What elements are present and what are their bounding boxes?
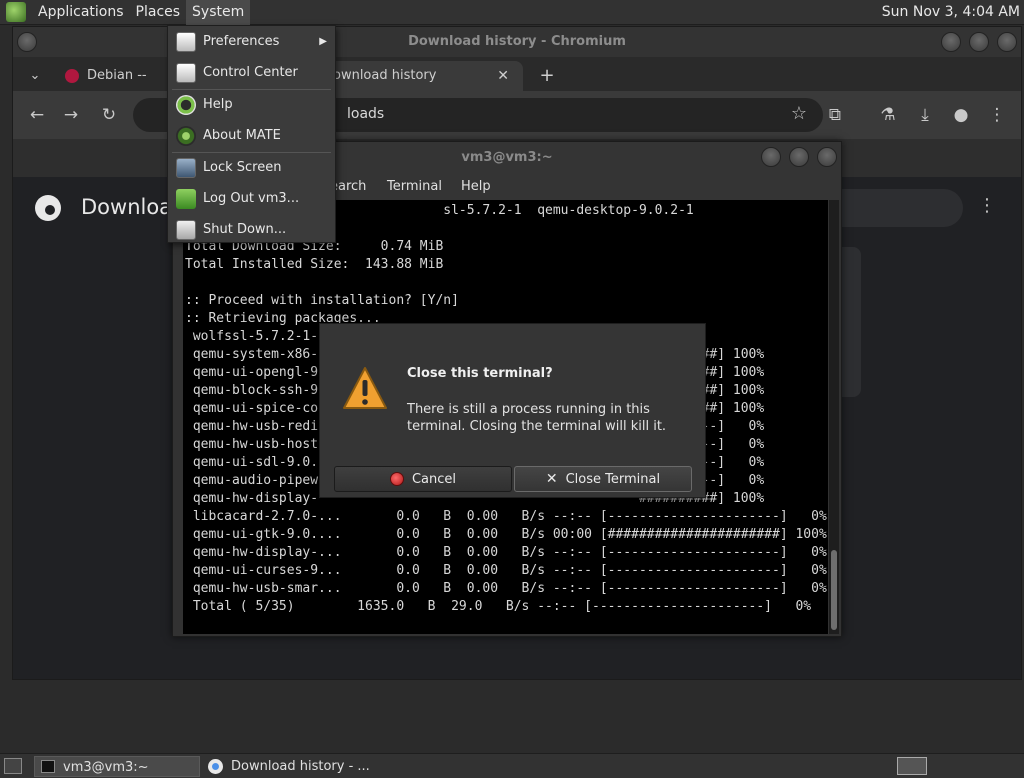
close-button[interactable] bbox=[997, 32, 1017, 52]
preferences-icon bbox=[176, 32, 196, 52]
terminal-icon bbox=[41, 760, 55, 773]
back-icon[interactable]: ← bbox=[25, 103, 49, 127]
terminal-line: qemu-ui-curses-9... 0.0 B 0.00 B/s --:--… bbox=[185, 563, 827, 578]
tab-strip: ⌄ Debian -- Netw ownload history ✕ + bbox=[13, 57, 1021, 113]
mate-icon bbox=[176, 126, 196, 146]
terminal-line: qemu-hw-display-... 0.0 B 0.00 B/s --:--… bbox=[185, 545, 827, 560]
extensions-icon[interactable]: ⧉ bbox=[823, 103, 847, 127]
minimize-button[interactable] bbox=[941, 32, 961, 52]
workspace-switcher[interactable] bbox=[897, 757, 927, 775]
menu-item-label: Preferences bbox=[203, 34, 280, 49]
tab-download-history-label: ownload history bbox=[333, 68, 437, 83]
top-panel: Applications Places System Sun Nov 3, 4:… bbox=[0, 0, 1024, 25]
reload-icon[interactable]: ↻ bbox=[97, 103, 121, 127]
close-terminal-dialog: Close this terminal? There is still a pr… bbox=[319, 323, 706, 498]
places-menu[interactable]: Places bbox=[130, 0, 187, 25]
new-tab-icon[interactable]: + bbox=[537, 61, 557, 91]
cancel-button-label: Cancel bbox=[411, 471, 457, 487]
cancel-icon bbox=[389, 472, 404, 486]
system-dropdown-menu: Preferences ▶ Control Center Help About … bbox=[167, 25, 336, 243]
menu-item-about-mate[interactable]: About MATE bbox=[168, 121, 335, 151]
menu-item-label: Lock Screen bbox=[203, 160, 282, 175]
close-x-icon: ✕ bbox=[545, 471, 558, 487]
bottom-panel: vm3@vm3:~ Download history - ... bbox=[0, 753, 1024, 778]
shut-down-icon bbox=[176, 220, 196, 240]
cancel-button[interactable]: Cancel bbox=[334, 466, 512, 492]
maximize-button[interactable] bbox=[969, 32, 989, 52]
close-terminal-button-label: Close Terminal bbox=[565, 471, 661, 487]
terminal-line: Total ( 5/35) 1635.0 B 29.0 B/s --:-- [-… bbox=[185, 599, 812, 614]
menu-item-label: Control Center bbox=[203, 65, 298, 80]
terminal-line: qemu-ui-gtk-9.0.... 0.0 B 0.00 B/s 00:00… bbox=[185, 527, 827, 542]
menu-item-label: Shut Down... bbox=[203, 222, 287, 237]
terminal-scrollbar[interactable] bbox=[829, 200, 839, 634]
forward-icon[interactable]: → bbox=[59, 103, 83, 127]
menu-item-preferences[interactable]: Preferences ▶ bbox=[168, 27, 335, 57]
taskbar-item-terminal[interactable]: vm3@vm3:~ bbox=[34, 756, 200, 777]
terminal-line: libcacard-2.7.0-... 0.0 B 0.00 B/s --:--… bbox=[185, 509, 827, 524]
show-desktop-icon[interactable] bbox=[4, 758, 22, 774]
bookmark-star-icon[interactable]: ☆ bbox=[791, 103, 807, 124]
clock[interactable]: Sun Nov 3, 4:04 AM bbox=[882, 0, 1020, 25]
labs-flask-icon[interactable]: ⚗ bbox=[876, 103, 900, 127]
lock-screen-icon bbox=[176, 158, 196, 178]
terminal-maximize-button[interactable] bbox=[789, 147, 809, 167]
taskbar-terminal-label: vm3@vm3:~ bbox=[63, 760, 149, 775]
chromium-logo-icon bbox=[35, 195, 61, 221]
download-icon[interactable]: ⤓ bbox=[913, 103, 937, 127]
chrome-menu-icon[interactable]: ⋮ bbox=[985, 103, 1009, 127]
tab-debian[interactable]: Debian -- Netw bbox=[61, 61, 171, 113]
terminal-line: :: Proceed with installation? [Y/n] bbox=[185, 293, 459, 308]
menu-item-control-center[interactable]: Control Center bbox=[168, 58, 335, 88]
menu-item-label: Help bbox=[203, 97, 233, 112]
menu-item-lock-screen[interactable]: Lock Screen bbox=[168, 153, 335, 183]
menu-item-help[interactable]: Help bbox=[168, 90, 335, 120]
terminal-menu-help[interactable]: Help bbox=[461, 179, 491, 194]
menu-item-label: About MATE bbox=[203, 128, 281, 143]
taskbar-chromium-label: Download history - ... bbox=[231, 759, 370, 774]
terminal-line: qemu-hw-usb-smar... 0.0 B 0.00 B/s --:--… bbox=[185, 581, 827, 596]
applications-menu[interactable]: Applications bbox=[32, 0, 130, 25]
terminal-close-button[interactable] bbox=[817, 147, 837, 167]
tab-search-icon[interactable]: ⌄ bbox=[25, 61, 45, 91]
close-tab-icon[interactable]: ✕ bbox=[497, 61, 509, 91]
chromium-icon bbox=[208, 759, 223, 774]
dialog-message: There is still a process running in this… bbox=[407, 402, 667, 434]
submenu-arrow-icon: ▶ bbox=[319, 36, 327, 47]
chromium-titlebar[interactable]: Download history - Chromium bbox=[13, 27, 1021, 57]
terminal-minimize-button[interactable] bbox=[761, 147, 781, 167]
warning-icon bbox=[343, 367, 387, 409]
control-center-icon bbox=[176, 63, 196, 83]
log-out-icon bbox=[176, 189, 196, 209]
chromium-toolbar: ← → ↻ loads ☆ ⧉ ⚗ ⤓ ● ⋮ bbox=[13, 91, 1021, 139]
menu-item-label: Log Out vm3... bbox=[203, 191, 300, 206]
terminal-menu-terminal[interactable]: Terminal bbox=[387, 179, 442, 194]
dialog-title: Close this terminal? bbox=[407, 366, 553, 381]
address-text: loads bbox=[347, 106, 385, 122]
menu-item-log-out[interactable]: Log Out vm3... bbox=[168, 184, 335, 214]
help-icon bbox=[176, 95, 196, 115]
mate-logo-icon[interactable] bbox=[6, 2, 26, 22]
taskbar-item-chromium[interactable]: Download history - ... bbox=[204, 756, 372, 777]
close-terminal-button[interactable]: ✕ Close Terminal bbox=[514, 466, 692, 492]
menu-item-shut-down[interactable]: Shut Down... bbox=[168, 215, 335, 245]
terminal-line: wolfssl-5.7.2-1- bbox=[185, 329, 319, 344]
terminal-scrollbar-thumb[interactable] bbox=[831, 550, 837, 630]
more-options-icon[interactable]: ⋮ bbox=[978, 195, 996, 216]
terminal-line: Total Installed Size: 143.88 MiB bbox=[185, 257, 444, 272]
system-menu[interactable]: System bbox=[186, 0, 251, 25]
chromium-window-title: Download history - Chromium bbox=[408, 34, 626, 49]
profile-icon[interactable]: ● bbox=[949, 103, 973, 127]
debian-favicon-icon bbox=[65, 69, 79, 83]
